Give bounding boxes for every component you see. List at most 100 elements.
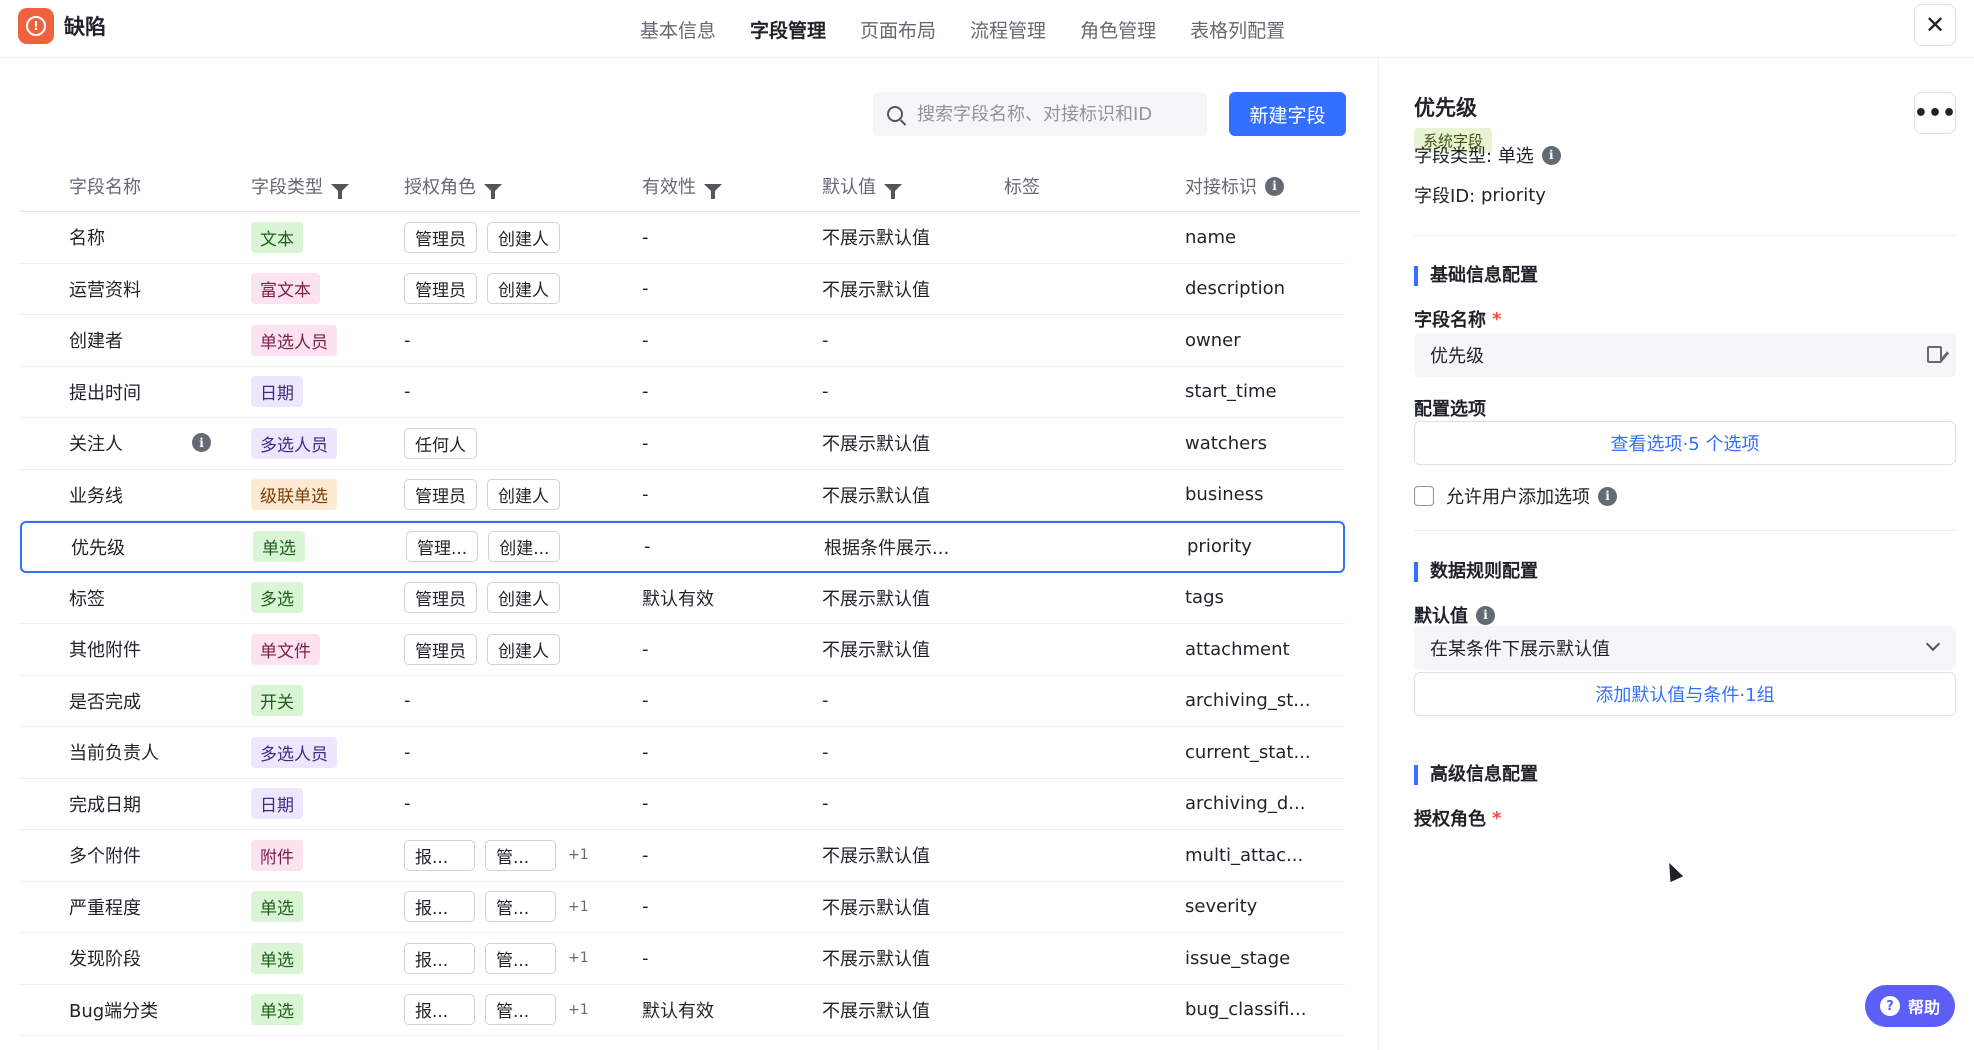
table-row[interactable]: 业务线 级联单选 管理员 创建人 - 不展示默认值 business xyxy=(20,470,1345,521)
table-row[interactable]: 是否完成 开关 - - - archiving_st... xyxy=(20,676,1345,727)
table-row[interactable]: 关注人 i 多选人员 任何人 - 不展示默认值 watchers xyxy=(20,418,1345,470)
roles-cell: 管理员 创建人 xyxy=(404,573,560,624)
field-name-cell: Bug端分类 xyxy=(69,1000,159,1022)
api-key-cell: bug_classifi... xyxy=(1185,999,1307,1021)
tab-table-columns[interactable]: 表格列配置 xyxy=(1190,16,1285,43)
new-field-button[interactable]: 新建字段 xyxy=(1229,92,1346,136)
more-roles-count[interactable]: +1 xyxy=(568,899,589,915)
roles-empty: - xyxy=(404,793,411,815)
view-options-button[interactable]: 查看选项·5 个选项 xyxy=(1414,421,1956,465)
default-value-select[interactable]: 在某条件下展示默认值 xyxy=(1414,626,1956,670)
role-tag: 管理... xyxy=(406,531,479,563)
table-row[interactable]: 严重程度 单选 报... 管... +1 - 不展示默认值 severity xyxy=(20,882,1345,933)
role-tag: 管... xyxy=(485,942,556,974)
table-row[interactable]: 发现阶段 单选 报... 管... +1 - 不展示默认值 issue_stage xyxy=(20,933,1345,985)
chevron-down-icon xyxy=(1925,636,1941,652)
table-row[interactable]: 多个附件 附件 报... 管... +1 - 不展示默认值 multi_attac... xyxy=(20,830,1345,882)
default-value-cell: 不展示默认值 xyxy=(822,588,930,610)
table-row[interactable]: 标签 多选 管理员 创建人 默认有效 不展示默认值 tags xyxy=(20,573,1345,624)
field-type-tag: 日期 xyxy=(251,376,303,408)
table-row[interactable]: Bug端分类 单选 报... 管... +1 默认有效 不展示默认值 bug_classifi… xyxy=(20,985,1345,1036)
info-icon[interactable]: i xyxy=(1476,605,1495,625)
default-value-cell: 不展示默认值 xyxy=(822,897,930,919)
default-value-label: 默认值 i xyxy=(1414,602,1495,628)
field-type-value: 单选 xyxy=(1497,146,1534,167)
more-roles-count[interactable]: +1 xyxy=(568,950,589,966)
table-row[interactable]: 完成日期 日期 - - - archiving_d... xyxy=(20,779,1345,830)
info-icon[interactable]: i xyxy=(1541,145,1561,165)
tab-page-layout[interactable]: 页面布局 xyxy=(860,16,936,43)
roles-cell: 管理员 创建人 xyxy=(404,264,560,315)
more-options-button[interactable]: ••• xyxy=(1914,92,1956,134)
filter-icon[interactable] xyxy=(331,183,349,199)
field-type-tag: 多选人员 xyxy=(251,736,337,768)
validity-cell: 默认有效 xyxy=(642,1000,714,1022)
table-row[interactable]: 名称 文本 管理员 创建人 - 不展示默认值 name xyxy=(20,212,1345,264)
add-default-condition-button[interactable]: 添加默认值与条件·1组 xyxy=(1414,672,1956,716)
table-row[interactable]: 创建者 单选人员 - - - owner xyxy=(20,315,1345,367)
search-input[interactable] xyxy=(917,103,1187,125)
field-name-value: 优先级 xyxy=(1430,346,1484,367)
more-roles-count[interactable]: +1 xyxy=(568,1002,589,1018)
role-tag: 报... xyxy=(404,839,475,871)
default-value-cell: - xyxy=(822,329,829,351)
roles-cell: 管理员 创建人 xyxy=(404,624,560,675)
filter-icon[interactable] xyxy=(884,183,902,199)
allow-add-option-checkbox[interactable] xyxy=(1414,486,1434,506)
api-key-cell: multi_attac... xyxy=(1185,844,1304,866)
role-tag: 管... xyxy=(485,994,556,1026)
roles-cell: - xyxy=(404,727,411,778)
info-icon[interactable]: i xyxy=(1265,176,1284,196)
default-value-cell: 根据条件展示... xyxy=(824,537,950,559)
tab-field-management[interactable]: 字段管理 xyxy=(750,16,826,43)
table-row[interactable]: 优先级 单选 管理... 创建... - 根据条件展示... priority xyxy=(20,521,1345,573)
tab-roles[interactable]: 角色管理 xyxy=(1080,16,1156,43)
table-row[interactable]: 提出时间 日期 - - - start_time xyxy=(20,367,1345,418)
table-row[interactable]: 运营资料 富文本 管理员 创建人 - 不展示默认值 description xyxy=(20,264,1345,315)
table-row[interactable]: 其他附件 单文件 管理员 创建人 - 不展示默认值 attachment xyxy=(20,624,1345,676)
api-key-cell: priority xyxy=(1187,536,1252,558)
panel-title: 优先级 xyxy=(1414,96,1477,120)
info-icon[interactable]: i xyxy=(1598,486,1617,506)
roles-cell: 报... 管... +1 xyxy=(404,830,589,881)
search-box[interactable] xyxy=(873,92,1207,136)
help-button[interactable]: ? 帮助 xyxy=(1865,985,1955,1027)
roles-cell: 任何人 xyxy=(404,418,477,469)
roles-empty: - xyxy=(404,690,411,712)
column-header-validity: 有效性 xyxy=(642,160,722,212)
filter-icon[interactable] xyxy=(484,183,502,199)
default-value-cell: 不展示默认值 xyxy=(822,279,930,301)
close-button[interactable]: ✕ xyxy=(1914,4,1956,46)
field-name-cell: 发现阶段 xyxy=(69,949,141,971)
role-tag: 创建... xyxy=(488,531,561,563)
field-type-cell: 日期 xyxy=(251,367,303,418)
tab-basic-info[interactable]: 基本信息 xyxy=(640,16,716,43)
more-roles-count[interactable]: +1 xyxy=(568,847,589,863)
field-type-cell: 单选 xyxy=(253,523,305,571)
field-type-cell: 附件 xyxy=(251,830,303,881)
roles-cell: 管理员 创建人 xyxy=(404,212,560,263)
more-icon: ••• xyxy=(1913,100,1957,126)
default-value-cell: 不展示默认值 xyxy=(822,640,930,662)
field-name-input[interactable]: 优先级 xyxy=(1414,333,1956,377)
api-key-cell: business xyxy=(1185,484,1264,506)
table-row[interactable]: 当前负责人 多选人员 - - - current_stat... xyxy=(20,727,1345,779)
edit-icon[interactable] xyxy=(1927,346,1942,363)
field-detail-panel: 优先级 系统字段 ••• 字段类型: 单选 i 字段ID: priority 基础… xyxy=(1378,58,1974,1050)
info-icon[interactable]: i xyxy=(192,433,211,453)
roles-cell: - xyxy=(404,367,411,418)
roles-empty: - xyxy=(404,381,411,403)
validity-cell: 默认有效 xyxy=(642,588,714,610)
field-name-cell: 多个附件 xyxy=(69,846,141,868)
field-type-cell: 单文件 xyxy=(251,624,320,675)
field-type-cell: 单选 xyxy=(251,933,303,984)
tab-workflow[interactable]: 流程管理 xyxy=(970,16,1046,43)
role-tag: 创建人 xyxy=(487,273,560,305)
field-type-tag: 单选人员 xyxy=(251,324,337,356)
field-name-cell: 严重程度 xyxy=(69,897,141,919)
filter-icon[interactable] xyxy=(704,183,722,199)
section-basic-title: 基础信息配置 xyxy=(1414,266,1538,286)
field-type-cell: 多选人员 xyxy=(251,727,337,778)
field-type-tag: 单选 xyxy=(253,531,305,563)
field-type-tag: 单选 xyxy=(251,994,303,1026)
